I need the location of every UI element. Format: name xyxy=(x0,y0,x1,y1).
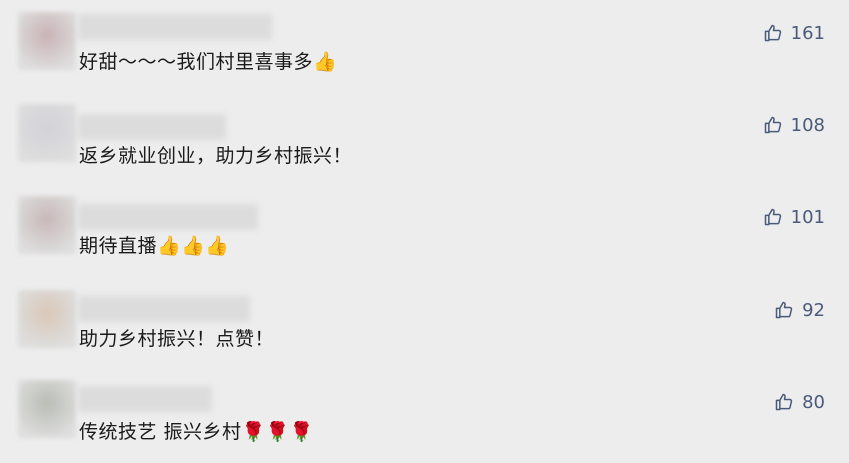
thumbs-up-icon xyxy=(775,301,793,319)
like-count: 161 xyxy=(790,22,825,44)
comment-text: 期待直播👍👍👍 xyxy=(79,234,230,258)
comment-text: 助力乡村振兴！点赞！ xyxy=(79,327,274,351)
thumbs-up-icon xyxy=(764,208,781,226)
like-button[interactable]: 92 xyxy=(774,298,825,322)
thumbs-up-icon xyxy=(764,116,781,134)
username-blurred[interactable] xyxy=(78,296,250,322)
thumbs-up-emoji: 👍👍👍 xyxy=(157,235,230,257)
comment-item: 传统技艺 振兴乡村🌹🌹🌹 80 xyxy=(0,368,849,460)
like-button[interactable]: 108 xyxy=(763,113,825,137)
comment-item: 期待直播👍👍👍 101 xyxy=(0,184,849,276)
avatar[interactable] xyxy=(18,104,76,162)
comment-text: 返乡就业创业，助力乡村振兴！ xyxy=(79,144,352,168)
like-button[interactable]: 101 xyxy=(763,205,825,229)
like-count: 92 xyxy=(802,299,825,321)
rose-emoji: 🌹🌹🌹 xyxy=(241,421,315,443)
like-count: 108 xyxy=(790,114,825,136)
username-blurred[interactable] xyxy=(78,386,212,412)
avatar[interactable] xyxy=(18,290,76,348)
thumbs-up-emoji: 👍 xyxy=(313,51,338,73)
comment-item: 助力乡村振兴！点赞！ 92 xyxy=(0,276,849,368)
comment-body: 返乡就业创业，助力乡村振兴！ xyxy=(79,145,353,167)
avatar[interactable] xyxy=(18,380,76,438)
username-blurred[interactable] xyxy=(78,14,272,40)
thumbs-up-icon xyxy=(764,24,781,42)
comment-body: 助力乡村振兴！点赞！ xyxy=(79,328,275,350)
like-count: 80 xyxy=(802,391,825,413)
comment-body: 传统技艺 振兴乡村 xyxy=(79,421,242,443)
comment-body: 好甜～～～我们村里喜事多 xyxy=(79,51,314,73)
thumbs-up-icon xyxy=(775,393,793,411)
like-button[interactable]: 161 xyxy=(763,21,825,45)
like-count: 101 xyxy=(790,206,825,228)
comment-text: 传统技艺 振兴乡村🌹🌹🌹 xyxy=(79,420,314,444)
username-blurred[interactable] xyxy=(78,204,258,230)
avatar[interactable] xyxy=(18,12,76,70)
comment-body: 期待直播 xyxy=(79,235,158,257)
like-button[interactable]: 80 xyxy=(774,390,825,414)
avatar[interactable] xyxy=(18,196,76,254)
comment-item: 返乡就业创业，助力乡村振兴！ 108 xyxy=(0,92,849,184)
username-blurred[interactable] xyxy=(78,114,226,140)
comment-item: 好甜～～～我们村里喜事多👍 161 xyxy=(0,0,849,92)
comment-text: 好甜～～～我们村里喜事多👍 xyxy=(79,50,337,74)
